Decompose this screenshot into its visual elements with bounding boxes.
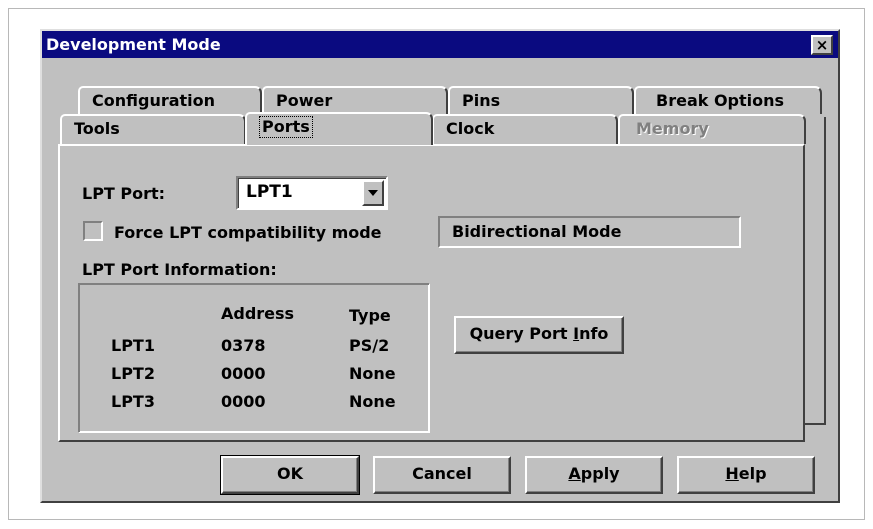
button-label: OK <box>277 464 303 483</box>
close-button[interactable]: × <box>811 35 833 55</box>
tab-label: Break Options <box>656 91 785 110</box>
port-name: LPT1 <box>111 336 155 355</box>
chevron-down-icon[interactable] <box>362 180 384 206</box>
button-mnemonic: H <box>725 464 739 483</box>
tab-clock[interactable]: Clock <box>432 114 618 144</box>
ports-tab-page: LPT Port: LPT1 Force LPT compatibility m… <box>58 144 805 442</box>
development-mode-dialog: Development Mode × Configuration Power P… <box>40 29 840 503</box>
column-header-type: Type <box>349 306 391 325</box>
tab-tools[interactable]: Tools <box>60 114 246 144</box>
window-title: Development Mode <box>46 35 221 54</box>
close-icon: × <box>815 36 829 54</box>
lpt-port-label: LPT Port: <box>82 184 166 203</box>
tab-pins[interactable]: Pins <box>448 86 634 114</box>
port-type: PS/2 <box>349 336 390 355</box>
query-port-info-button[interactable]: Query Port Info <box>454 316 624 354</box>
mode-text: Bidirectional Mode <box>452 222 622 241</box>
button-mnemonic: A <box>568 464 581 483</box>
tab-configuration[interactable]: Configuration <box>78 86 262 114</box>
mode-display: Bidirectional Mode <box>438 216 741 248</box>
ok-button[interactable]: OK <box>220 455 360 495</box>
lpt-info-group-label: LPT Port Information: <box>82 260 277 279</box>
button-label: Cancel <box>412 464 472 483</box>
force-compatibility-label[interactable]: Force LPT compatibility mode <box>114 223 382 242</box>
column-header-address: Address <box>221 304 295 323</box>
lpt-port-select[interactable]: LPT1 <box>236 176 388 210</box>
force-compatibility-checkbox[interactable] <box>83 221 103 241</box>
port-type: None <box>349 364 396 383</box>
cancel-button[interactable]: Cancel <box>373 456 511 494</box>
apply-button[interactable]: Apply <box>525 456 663 494</box>
tab-label: Power <box>276 91 333 110</box>
button-label-rest: elp <box>738 464 767 483</box>
lpt-info-group: Address Type LPT1 0378 PS/2 LPT2 0000 No… <box>78 283 430 433</box>
port-address: 0000 <box>221 364 266 383</box>
port-address: 0000 <box>221 392 266 411</box>
tab-label: Tools <box>74 119 120 138</box>
button-label-rest: nfo <box>579 324 609 343</box>
port-name: LPT2 <box>111 364 155 383</box>
port-name: LPT3 <box>111 392 155 411</box>
tab-memory: Memory <box>618 114 806 144</box>
port-type: None <box>349 392 396 411</box>
tab-break-options[interactable]: Break Options <box>634 86 822 114</box>
button-label: Query Port <box>469 324 574 343</box>
tab-label: Pins <box>462 91 501 110</box>
tab-label: Memory <box>636 119 709 138</box>
title-bar: Development Mode × <box>42 31 838 58</box>
lpt-port-value: LPT1 <box>246 182 293 202</box>
tab-label: Clock <box>446 119 495 138</box>
tab-label: Ports <box>259 116 313 138</box>
tab-ports[interactable]: Ports <box>245 112 433 145</box>
help-button[interactable]: Help <box>677 456 815 494</box>
button-label-rest: pply <box>580 464 620 483</box>
tab-power[interactable]: Power <box>262 86 448 114</box>
port-address: 0378 <box>221 336 266 355</box>
tab-label: Configuration <box>92 91 216 110</box>
